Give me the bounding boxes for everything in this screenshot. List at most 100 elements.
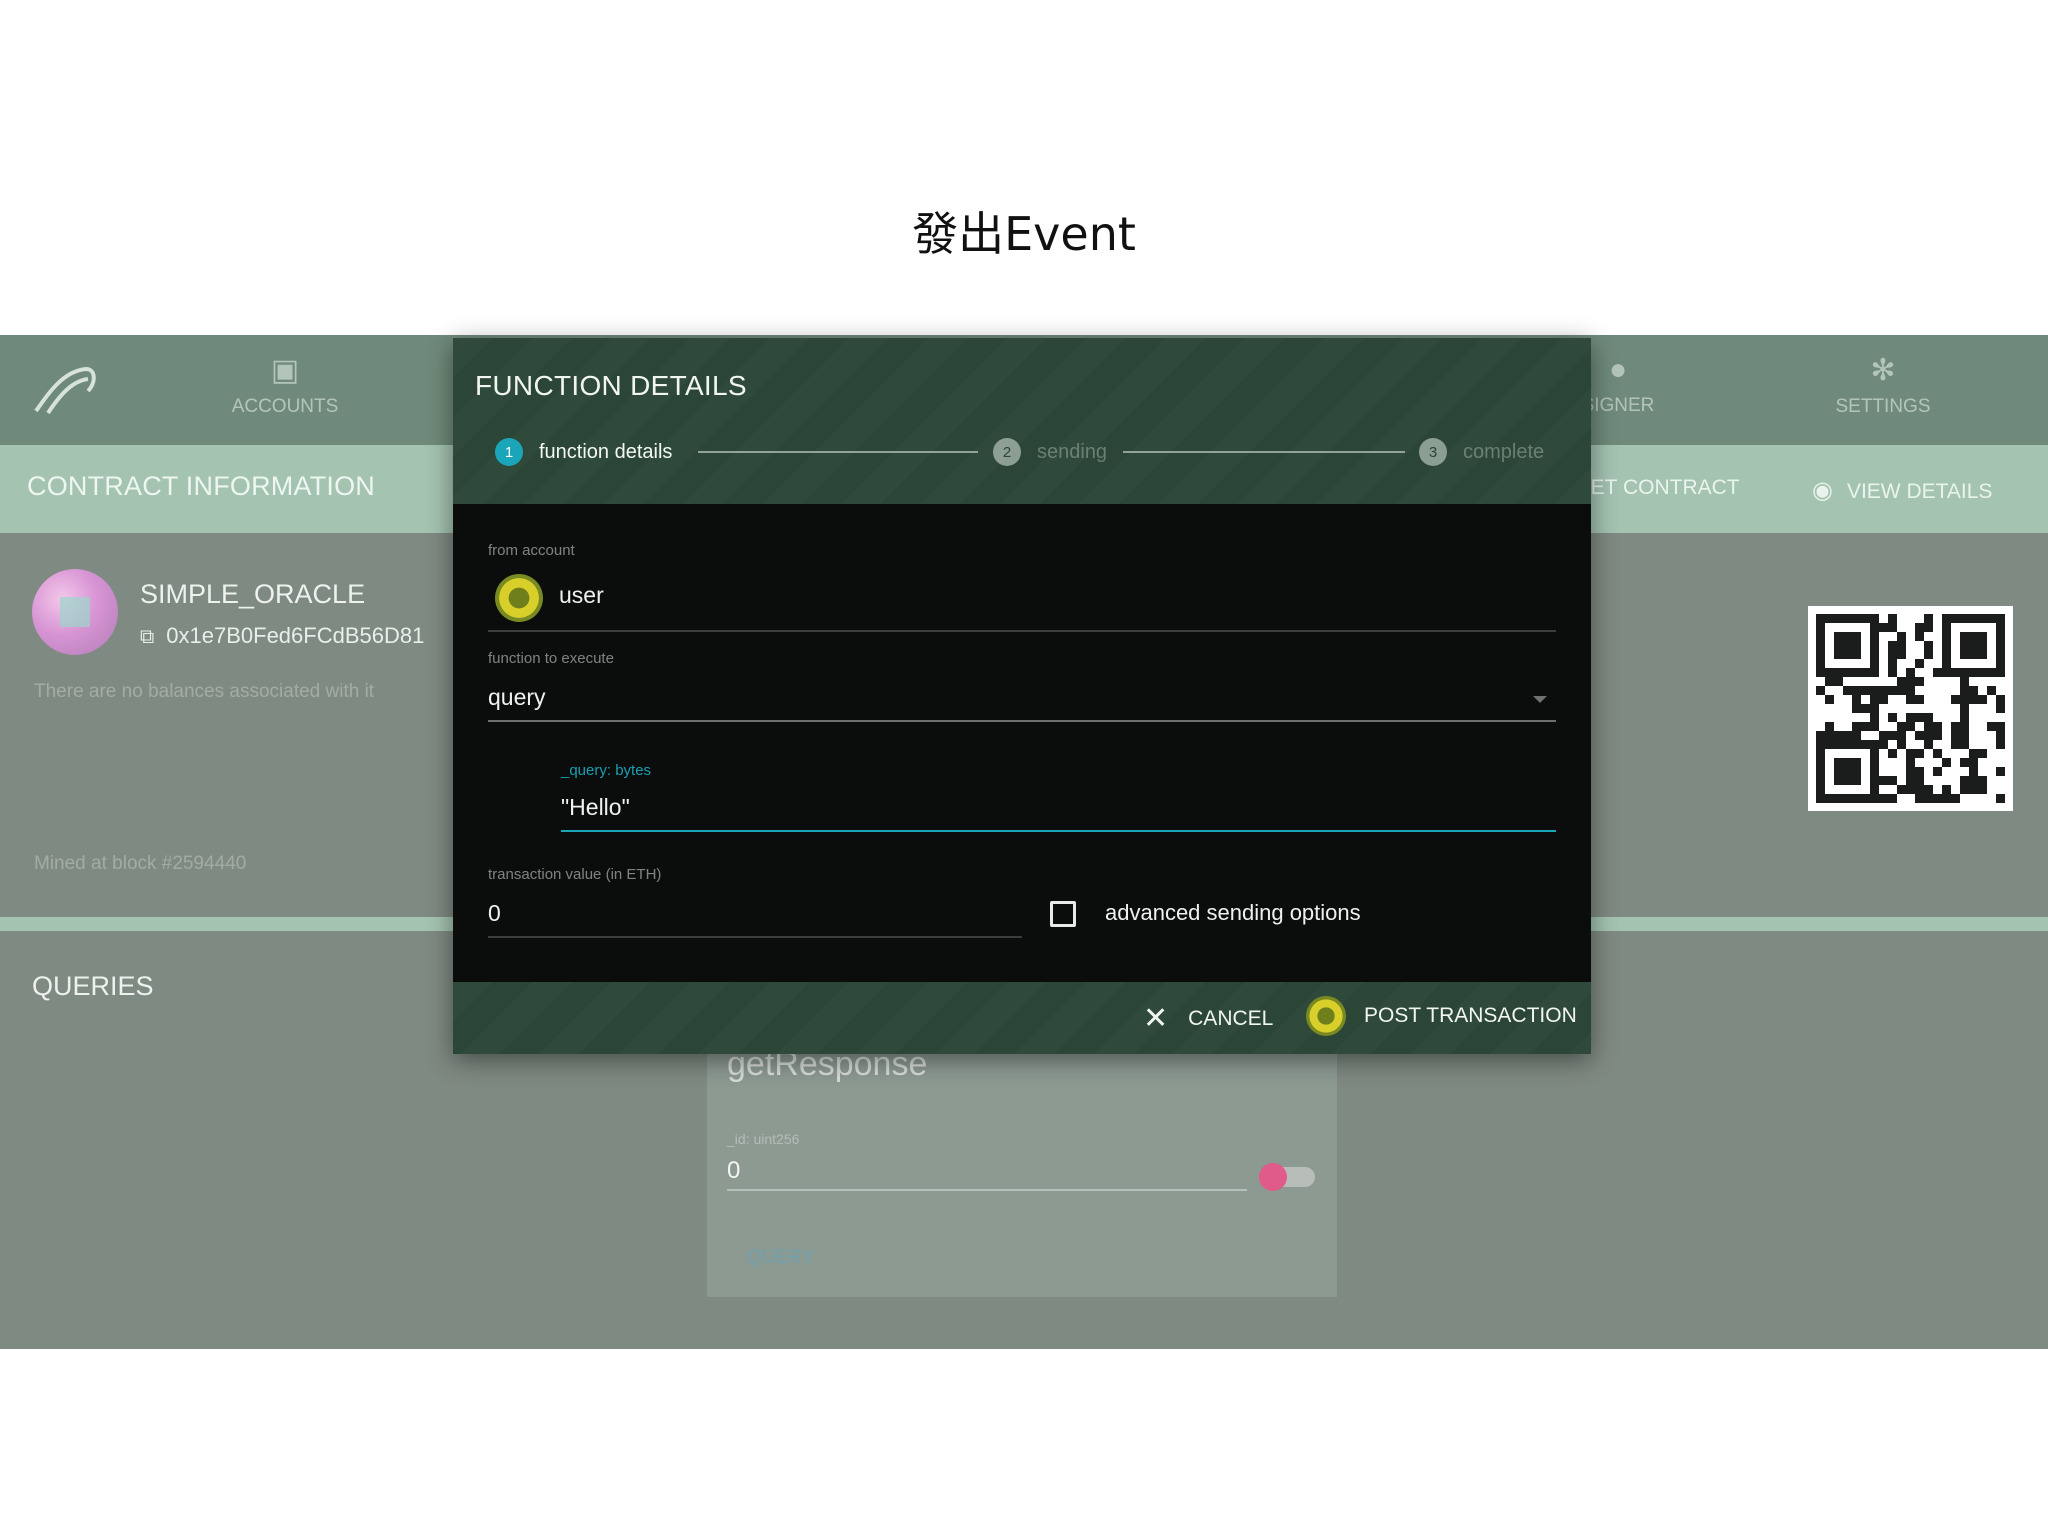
qr-module <box>1879 623 1888 632</box>
qr-module <box>1915 650 1924 659</box>
step-function-details: 1 function details <box>495 438 672 466</box>
qr-module <box>1942 749 1951 758</box>
qr-module <box>1879 740 1888 749</box>
qr-module <box>1852 659 1861 668</box>
function-select[interactable]: query <box>488 684 546 711</box>
qr-module <box>1960 677 1969 686</box>
nav-settings[interactable]: ✻ SETTINGS <box>1793 353 1973 418</box>
qr-module <box>1816 614 1825 623</box>
qr-module <box>1969 650 1978 659</box>
qr-module <box>1987 740 1996 749</box>
qr-module <box>1942 794 1951 803</box>
qr-module <box>1933 758 1942 767</box>
qr-module <box>1834 722 1843 731</box>
qr-module <box>1879 650 1888 659</box>
step-3-number: 3 <box>1419 438 1447 466</box>
advanced-options-checkbox[interactable] <box>1050 901 1076 927</box>
queries-title: QUERIES <box>32 971 154 1001</box>
chevron-down-icon[interactable] <box>1533 696 1547 703</box>
qr-module <box>1843 722 1852 731</box>
qr-module <box>1861 695 1870 704</box>
qr-module <box>1906 713 1915 722</box>
qr-module <box>1870 794 1879 803</box>
nav-accounts[interactable]: ▣ ACCOUNTS <box>195 353 375 418</box>
qr-module <box>1924 722 1933 731</box>
qr-module <box>1825 740 1834 749</box>
qr-module <box>1915 776 1924 785</box>
step-sending: 2 sending <box>993 438 1107 466</box>
transaction-value-input[interactable]: 0 <box>488 900 501 927</box>
from-account-value[interactable]: user <box>559 582 604 609</box>
qr-module <box>1969 614 1978 623</box>
qr-module <box>1951 650 1960 659</box>
qr-module <box>1852 641 1861 650</box>
qr-module <box>1852 713 1861 722</box>
qr-module <box>1843 632 1852 641</box>
qr-module <box>1969 695 1978 704</box>
qr-module <box>1969 686 1978 695</box>
cancel-button[interactable]: ✕ CANCEL <box>1143 1004 1273 1034</box>
qr-module <box>1879 704 1888 713</box>
qr-module <box>1870 785 1879 794</box>
app-logo-icon[interactable] <box>30 361 100 417</box>
qr-module <box>1915 740 1924 749</box>
query-id-input[interactable]: 0 <box>727 1153 1247 1191</box>
qr-module <box>1960 704 1969 713</box>
qr-module <box>1915 785 1924 794</box>
qr-module <box>1852 686 1861 695</box>
qr-module <box>1816 731 1825 740</box>
qr-module <box>1996 704 2005 713</box>
view-details-button[interactable]: ◉ VIEW DETAILS <box>1812 476 1992 505</box>
qr-module <box>1888 767 1897 776</box>
copy-icon[interactable]: ⧉ <box>140 626 154 649</box>
qr-module <box>1816 794 1825 803</box>
qr-module <box>1843 731 1852 740</box>
qr-module <box>1888 650 1897 659</box>
qr-module <box>1816 740 1825 749</box>
qr-module <box>1888 794 1897 803</box>
slide-title: 發出Event <box>912 207 1136 261</box>
qr-module <box>1933 650 1942 659</box>
qr-module <box>1987 623 1996 632</box>
qr-module <box>1933 767 1942 776</box>
qr-module <box>1951 614 1960 623</box>
qr-module <box>1888 776 1897 785</box>
qr-module <box>1951 659 1960 668</box>
qr-module <box>1825 623 1834 632</box>
qr-module <box>1960 695 1969 704</box>
query-toggle[interactable] <box>1259 1163 1315 1191</box>
from-account-underline <box>488 630 1556 632</box>
qr-module <box>1852 632 1861 641</box>
qr-module <box>1816 686 1825 695</box>
qr-module <box>1933 713 1942 722</box>
advanced-options-label[interactable]: advanced sending options <box>1105 900 1361 926</box>
qr-module <box>1879 695 1888 704</box>
step-1-label: function details <box>539 440 673 463</box>
qr-module <box>1861 632 1870 641</box>
post-transaction-button[interactable]: POST TRANSACTION <box>1306 996 1577 1036</box>
qr-module <box>1879 713 1888 722</box>
qr-module <box>1951 632 1960 641</box>
qr-module <box>1969 758 1978 767</box>
qr-module <box>1897 758 1906 767</box>
qr-module <box>1951 749 1960 758</box>
qr-module <box>1906 704 1915 713</box>
qr-module <box>1834 776 1843 785</box>
contract-address: ⧉ 0x1e7B0Fed6FCdB56D81 <box>140 623 424 649</box>
wallet-icon: ▣ <box>270 354 300 387</box>
qr-module <box>1906 686 1915 695</box>
qr-module <box>1987 722 1996 731</box>
qr-module <box>1861 623 1870 632</box>
qr-module <box>1924 632 1933 641</box>
query-button[interactable]: QUERY <box>747 1247 814 1269</box>
qr-module <box>1816 713 1825 722</box>
qr-module <box>1942 704 1951 713</box>
query-param-input[interactable]: "Hello" <box>561 794 630 821</box>
qr-module <box>1825 695 1834 704</box>
qr-module <box>1906 650 1915 659</box>
qr-module <box>1843 758 1852 767</box>
qr-module <box>1852 668 1861 677</box>
qr-module <box>1834 623 1843 632</box>
qr-module <box>1969 659 1978 668</box>
qr-module <box>1969 794 1978 803</box>
